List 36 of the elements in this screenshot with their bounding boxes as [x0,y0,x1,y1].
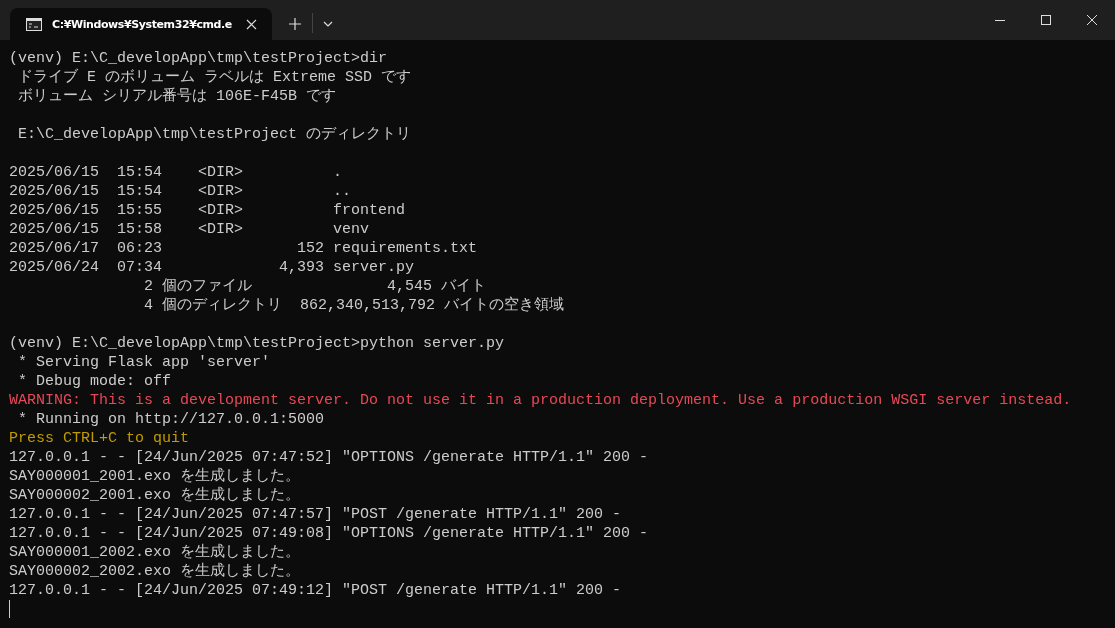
terminal-line: SAY000002_2002.exo を生成しました。 [9,562,301,581]
terminal-icon [26,17,42,31]
terminal-line: ドライブ E のボリューム ラベルは Extreme SSD です [17,68,412,87]
terminal-line: 127.0.0.1 - - [24/Jun/2025 07:49:12] "POST /generate HTTP/1.1" 200 - [9,581,622,600]
terminal-line: (venv) E:\C_developApp\tmp\testProject>dir [9,49,388,68]
terminal-line: 127.0.0.1 - - [24/Jun/2025 07:47:57] "POST /generate HTTP/1.1" 200 - [9,505,622,524]
chevron-down-icon [322,21,333,27]
close-icon [1087,15,1097,25]
terminal-line: ボリューム シリアル番号は 106E-F45B です [17,87,337,106]
terminal-line: SAY000001_2002.exo を生成しました。 [9,543,301,562]
terminal-line: 2025/06/24 07:34 4,393 server.py [9,258,415,277]
terminal-line: 2 個のファイル 4,545 バイト [143,277,487,296]
warning-line: WARNING: This is a development server. Do not use it in a production deployment. Use a production WSGI server instead. [9,391,1072,410]
terminal-line: 2025/06/15 15:55 <DIR> frontend [9,201,406,220]
close-icon [246,18,258,30]
terminal-line: 4 個のディレクトリ 862,340,513,792 バイトの空き領域 [143,296,565,315]
terminal-line: 2025/06/17 06:23 152 requirements.txt [9,239,478,258]
terminal-line: 127.0.0.1 - - [24/Jun/2025 07:47:52] "OPTIONS /generate HTTP/1.1" 200 - [9,448,649,467]
minimize-icon [995,19,1005,21]
terminal-line: * Debug mode: off [17,372,172,391]
terminal-line: Press CTRL+C to quit [9,429,190,448]
text-cursor [9,600,10,618]
terminal-line: * Serving Flask app 'server' [17,353,271,372]
terminal-line: E:\C_developApp\tmp\testProject のディレクトリ [17,125,412,144]
terminal-line: 2025/06/15 15:58 <DIR> venv [9,220,370,239]
terminal-line: SAY000001_2001.exo を生成しました。 [9,467,301,486]
terminal-line: SAY000002_2001.exo を生成しました。 [9,486,301,505]
plus-icon [288,18,301,30]
tab-title: C:¥Windows¥System32¥cmd.e [52,17,232,31]
maximize-icon [1041,15,1051,25]
terminal-line: 2025/06/15 15:54 <DIR> . [9,163,343,182]
terminal-line: 127.0.0.1 - - [24/Jun/2025 07:49:08] "OPTIONS /generate HTTP/1.1" 200 - [9,524,649,543]
terminal-line: * Running on http://127.0.0.1:5000 [17,410,325,429]
terminal-tab[interactable]: C:¥Windows¥System32¥cmd.e [10,8,272,40]
terminal-line: 2025/06/15 15:54 <DIR> .. [9,182,352,201]
terminal-line: (venv) E:\C_developApp\tmp\testProject>python server.py [9,334,505,353]
